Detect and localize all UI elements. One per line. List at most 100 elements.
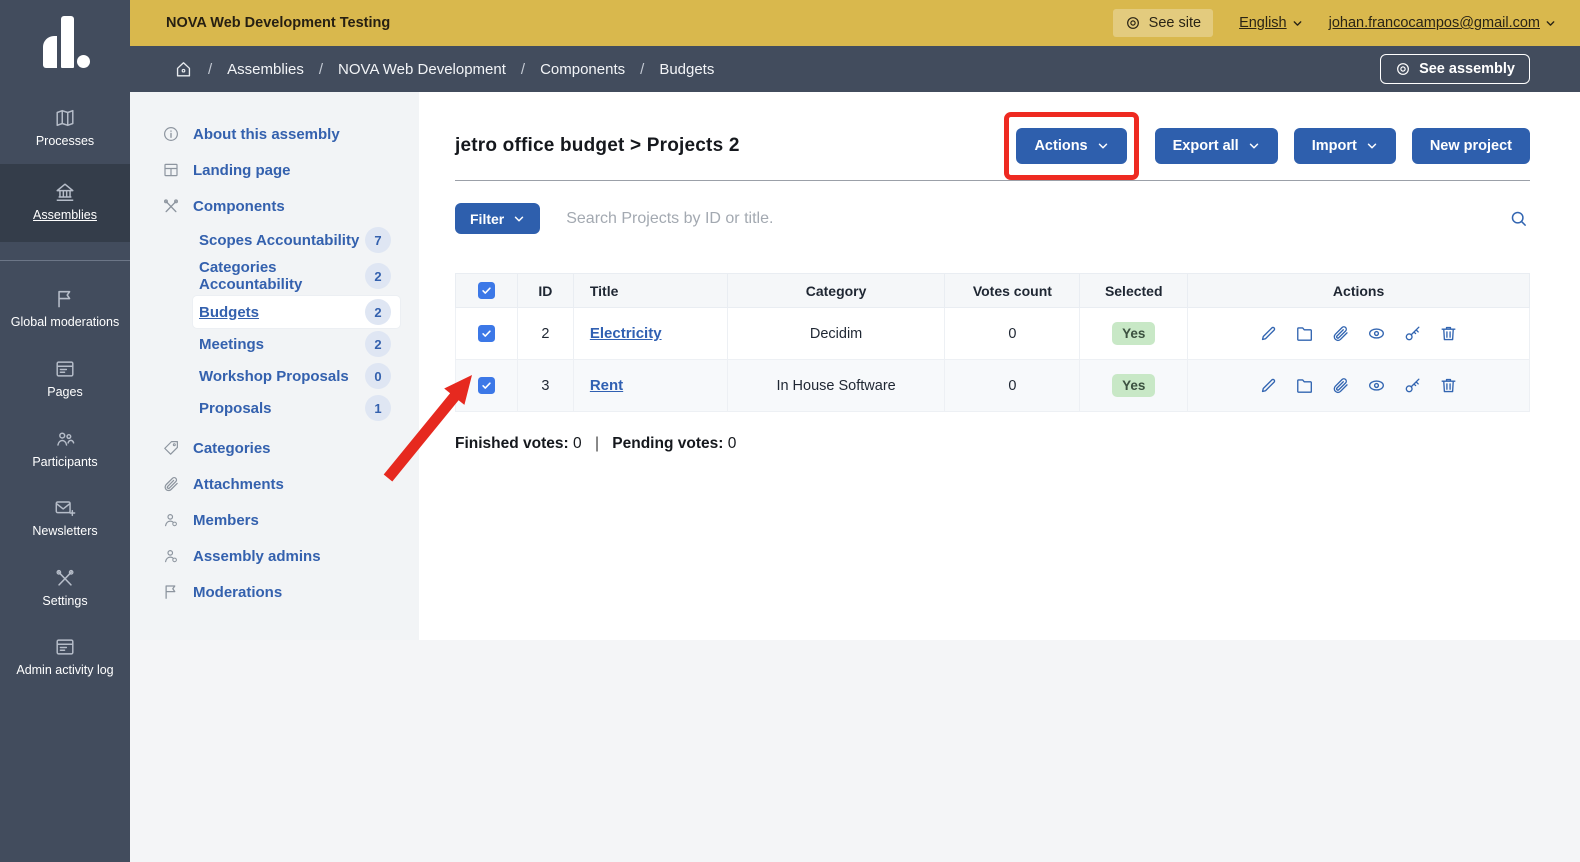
sidebar-item-newsletters[interactable]: Newsletters [0, 484, 130, 554]
export-all-label: Export all [1173, 138, 1239, 154]
sidebar-item-label: Admin activity log [16, 663, 113, 679]
newspaper-icon [54, 358, 76, 380]
paperclip-icon [162, 475, 180, 493]
subnav-component-meetings[interactable]: Meetings 2 [193, 328, 400, 360]
new-project-button[interactable]: New project [1412, 128, 1530, 164]
actions-button-label: Actions [1034, 138, 1087, 154]
project-title-link[interactable]: Rent [590, 377, 623, 394]
sidebar-item-assemblies[interactable]: Assemblies [0, 164, 130, 243]
subnav-label: Components [193, 198, 285, 215]
trash-icon[interactable] [1439, 324, 1458, 343]
organization-name: NOVA Web Development Testing [166, 15, 390, 31]
search-button[interactable] [1507, 207, 1530, 230]
see-site-label: See site [1149, 15, 1201, 31]
chevron-down-icon [1366, 140, 1378, 152]
subnav-label: Members [193, 512, 259, 529]
component-label: Budgets [199, 304, 259, 321]
subnav-members[interactable]: Members [130, 502, 419, 538]
stats-separator: | [595, 435, 599, 452]
sidebar-item-settings[interactable]: Settings [0, 554, 130, 624]
paperclip-icon[interactable] [1331, 324, 1350, 343]
subnav-assembly-admins[interactable]: Assembly admins [130, 538, 419, 574]
sidebar-item-participants[interactable]: Participants [0, 415, 130, 485]
import-label: Import [1312, 138, 1357, 154]
see-assembly-label: See assembly [1419, 61, 1515, 77]
component-label: Proposals [199, 400, 272, 417]
sidebar-item-label: Participants [32, 455, 97, 471]
see-assembly-button[interactable]: See assembly [1380, 54, 1530, 84]
pending-votes-label: Pending votes: [612, 435, 723, 452]
eye-icon[interactable] [1367, 376, 1386, 395]
cell-category: In House Software [727, 360, 945, 412]
column-header-actions: Actions [1188, 274, 1530, 308]
column-header-category: Category [727, 274, 945, 308]
language-label: English [1239, 15, 1287, 31]
people-icon [54, 428, 76, 450]
sidebar-item-pages[interactable]: Pages [0, 345, 130, 415]
flag-icon [54, 288, 76, 310]
subnav-component-scopes-accountability[interactable]: Scopes Accountability 7 [193, 224, 400, 256]
row-checkbox[interactable] [478, 377, 495, 394]
key-icon[interactable] [1403, 376, 1422, 395]
subnav-attachments[interactable]: Attachments [130, 466, 419, 502]
subnav-component-budgets[interactable]: Budgets 2 [193, 296, 400, 328]
row-checkbox[interactable] [478, 325, 495, 342]
trash-icon[interactable] [1439, 376, 1458, 395]
envelope-plus-icon [54, 497, 76, 519]
component-label: Workshop Proposals [199, 368, 349, 385]
search-input[interactable] [566, 210, 1487, 228]
key-icon[interactable] [1403, 324, 1422, 343]
column-header-id: ID [517, 274, 573, 308]
sidebar-item-processes[interactable]: Processes [0, 94, 130, 164]
sidebar-item-label: Assemblies [33, 208, 97, 224]
folder-icon[interactable] [1295, 376, 1314, 395]
see-site-link[interactable]: See site [1113, 9, 1213, 37]
sidebar-item-label: Newsletters [32, 524, 97, 540]
paperclip-icon[interactable] [1331, 376, 1350, 395]
person-icon [162, 511, 180, 529]
import-button[interactable]: Import [1294, 128, 1396, 164]
cell-votes: 0 [945, 308, 1080, 360]
pencil-icon[interactable] [1259, 376, 1278, 395]
user-menu[interactable]: johan.francocampos@gmail.com [1329, 15, 1556, 31]
main-panel: jetro office budget > Projects 2 Actions… [419, 92, 1580, 640]
subnav-categories[interactable]: Categories [130, 430, 419, 466]
subnav-about-assembly[interactable]: About this assembly [130, 116, 419, 152]
select-all-checkbox[interactable] [478, 282, 495, 299]
finished-votes-label: Finished votes: [455, 435, 569, 452]
body-row: About this assembly Landing page Compone… [130, 92, 1580, 862]
header-divider [455, 180, 1530, 181]
breadcrumb-item-assembly[interactable]: NOVA Web Development [338, 61, 506, 78]
breadcrumb-item-budgets[interactable]: Budgets [659, 61, 714, 78]
component-count-badge: 2 [365, 299, 391, 325]
chevron-down-icon [513, 213, 525, 225]
subnav-component-proposals[interactable]: Proposals 1 [193, 392, 400, 424]
activity-log-icon [54, 636, 76, 658]
sidebar-item-global-moderations[interactable]: Global moderations [0, 275, 130, 345]
export-all-button[interactable]: Export all [1155, 128, 1278, 164]
subnav-component-workshop-proposals[interactable]: Workshop Proposals 0 [193, 360, 400, 392]
sidebar-item-admin-activity-log[interactable]: Admin activity log [0, 623, 130, 693]
subnav-moderations[interactable]: Moderations [130, 574, 419, 610]
pencil-icon[interactable] [1259, 324, 1278, 343]
breadcrumb-separator: / [640, 61, 644, 78]
language-selector[interactable]: English [1239, 15, 1303, 31]
sidebar-item-label: Processes [36, 134, 94, 150]
home-icon[interactable] [174, 60, 193, 79]
actions-button[interactable]: Actions [1016, 128, 1126, 164]
breadcrumb-item-components[interactable]: Components [540, 61, 625, 78]
filter-button[interactable]: Filter [455, 203, 540, 234]
component-count-badge: 7 [365, 227, 391, 253]
decidim-logo [41, 16, 89, 72]
folder-icon[interactable] [1295, 324, 1314, 343]
eye-icon[interactable] [1367, 324, 1386, 343]
project-title-link[interactable]: Electricity [590, 325, 662, 342]
cell-votes: 0 [945, 360, 1080, 412]
page-title: jetro office budget > Projects 2 [455, 135, 740, 157]
votes-summary: Finished votes: 0 | Pending votes: 0 [455, 435, 1530, 453]
subnav-component-categories-accountability[interactable]: Categories Accountability 2 [193, 256, 400, 296]
component-label: Meetings [199, 336, 264, 353]
subnav-landing-page[interactable]: Landing page [130, 152, 419, 188]
subnav-components[interactable]: Components [130, 188, 419, 224]
breadcrumb-item-assemblies[interactable]: Assemblies [227, 61, 304, 78]
